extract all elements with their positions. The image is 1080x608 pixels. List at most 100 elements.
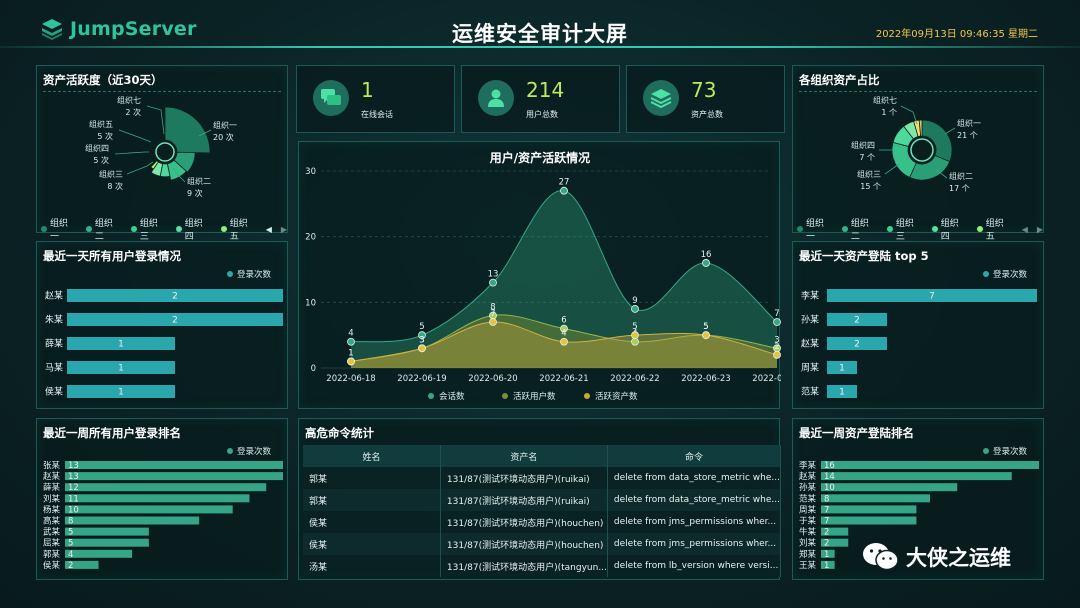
pie-label-name: 组织四 bbox=[851, 140, 875, 150]
pie-label-name: 组织三 bbox=[99, 169, 123, 179]
wechat-icon bbox=[863, 543, 899, 571]
legend-item[interactable]: 组织三 bbox=[886, 216, 923, 242]
bar-value-label: 2 bbox=[172, 292, 178, 302]
total-users-card[interactable]: 214 用户总数 bbox=[461, 65, 620, 133]
bar[interactable] bbox=[65, 549, 133, 558]
bar[interactable] bbox=[65, 472, 283, 481]
bar[interactable] bbox=[821, 472, 1012, 481]
legend-label[interactable]: 会话数 bbox=[439, 391, 465, 402]
legend-item[interactable]: 组织二 bbox=[841, 216, 878, 242]
y-tick-label: 10 bbox=[305, 298, 316, 308]
bar-category-label: 李某 bbox=[801, 290, 819, 302]
column-header-command[interactable]: 命令 bbox=[607, 445, 782, 467]
bar-category-label: 赵某 bbox=[801, 338, 819, 350]
pie-center-ring bbox=[910, 138, 934, 162]
data-point[interactable] bbox=[773, 350, 781, 359]
cell-asset: 131/87(测试环境动态用户)(houchen) bbox=[440, 533, 608, 555]
bar[interactable] bbox=[821, 483, 958, 492]
legend-dot bbox=[797, 226, 803, 232]
bar-value-label: 5 bbox=[68, 528, 73, 538]
data-point[interactable] bbox=[489, 318, 497, 326]
bar[interactable] bbox=[821, 516, 917, 525]
stat-value: 214 bbox=[526, 78, 565, 102]
data-point[interactable] bbox=[702, 259, 710, 267]
legend-label[interactable]: 活跃资产数 bbox=[595, 391, 638, 402]
legend-dot bbox=[175, 226, 182, 232]
legend-item[interactable]: 组织五 bbox=[976, 216, 1013, 242]
table-row[interactable]: 侯某 131/87(测试环境动态用户)(houchen) delete from… bbox=[303, 511, 782, 533]
legend-dot[interactable] bbox=[584, 393, 590, 399]
bar-legend[interactable]: 登录次数 bbox=[226, 268, 271, 280]
pie-label-value: 15 个 bbox=[860, 182, 881, 191]
column-header-name[interactable]: 姓名 bbox=[303, 445, 441, 467]
table-row[interactable]: 郭某 131/87(测试环境动态用户)(ruikai) delete from … bbox=[303, 489, 782, 511]
bar-value-label: 5 bbox=[68, 539, 73, 549]
bar[interactable] bbox=[65, 483, 267, 492]
bar[interactable] bbox=[65, 461, 283, 469]
legend-next-icon[interactable]: ▶ bbox=[281, 225, 287, 234]
data-point[interactable] bbox=[560, 186, 568, 195]
column-header-asset[interactable]: 资产名 bbox=[440, 445, 608, 467]
bar-legend[interactable]: 登录次数 bbox=[226, 445, 271, 457]
data-point[interactable] bbox=[631, 304, 639, 313]
bar[interactable] bbox=[821, 505, 917, 514]
pie-label-value: 17 个 bbox=[949, 184, 970, 193]
legend-item[interactable]: 组织三 bbox=[130, 216, 167, 242]
activity-area-chart: 0 10 20 30 2022-06-18 2022-06-19 2022-06-20 202… bbox=[305, 167, 781, 402]
legend-dot[interactable] bbox=[502, 393, 508, 399]
pie-slice[interactable] bbox=[921, 119, 953, 163]
legend-item[interactable]: 组织五 bbox=[220, 216, 257, 242]
legend-item[interactable]: 组织四 bbox=[175, 216, 212, 242]
total-assets-card[interactable]: 73 资产总数 bbox=[626, 65, 785, 133]
bar-category-label: 张某 bbox=[43, 461, 61, 471]
cell-command: delete from lb_version where versi... bbox=[607, 555, 782, 577]
legend-next-icon[interactable]: ▶ bbox=[1037, 225, 1043, 234]
legend-label: 组织四 bbox=[940, 219, 959, 242]
asset-login-day-bar-chart: 李某 7 孙某 2 赵某 2 周某 1 范某 1 bbox=[801, 289, 1037, 398]
bar[interactable] bbox=[65, 505, 233, 514]
table-row[interactable]: 汤某 131/87(测试环境动态用户)(tangyun... delete fr… bbox=[303, 555, 782, 577]
legend-prev-icon[interactable]: ◀ bbox=[266, 225, 272, 234]
online-sessions-card[interactable]: 1 在线会话 bbox=[296, 65, 455, 133]
bar[interactable] bbox=[65, 527, 149, 536]
bar-value-label: 16 bbox=[824, 461, 835, 471]
legend-item[interactable]: 组织一 bbox=[797, 216, 833, 242]
data-point[interactable] bbox=[418, 344, 426, 353]
data-point[interactable] bbox=[702, 331, 710, 340]
bar-value-label: 2 bbox=[854, 340, 860, 350]
data-point[interactable] bbox=[773, 318, 781, 326]
data-point[interactable] bbox=[489, 278, 497, 287]
legend-item[interactable]: 组织二 bbox=[85, 216, 122, 242]
data-point[interactable] bbox=[347, 357, 355, 366]
table-row[interactable]: 侯某 131/87(测试环境动态用户)(houchen) delete from… bbox=[303, 533, 782, 555]
legend-label: 登录次数 bbox=[236, 447, 271, 457]
data-point[interactable] bbox=[347, 337, 355, 346]
bar-value-label: 14 bbox=[824, 472, 835, 482]
legend-label: 组织四 bbox=[184, 219, 203, 242]
stat-value: 1 bbox=[361, 78, 374, 102]
data-label: 16 bbox=[701, 250, 712, 260]
legend-item[interactable]: 组织一 bbox=[41, 216, 77, 242]
data-point[interactable] bbox=[631, 337, 639, 346]
table-row[interactable]: 郭某 131/87(测试环境动态用户)(ruikai) delete from … bbox=[303, 467, 782, 489]
bar-legend[interactable]: 登录次数 bbox=[982, 445, 1027, 457]
bar-value-label: 1 bbox=[118, 388, 124, 398]
bar-value-label: 7 bbox=[824, 505, 829, 515]
bar[interactable] bbox=[821, 494, 930, 503]
bar[interactable] bbox=[821, 461, 1039, 469]
bar[interactable] bbox=[65, 516, 200, 525]
legend-item[interactable]: 组织四 bbox=[931, 216, 968, 242]
legend-dot[interactable] bbox=[428, 393, 434, 399]
data-point[interactable] bbox=[560, 337, 568, 346]
bar[interactable] bbox=[65, 494, 250, 503]
data-point[interactable] bbox=[631, 331, 639, 340]
legend-prev-icon[interactable]: ◀ bbox=[1022, 225, 1028, 234]
pie-label-value: 9 次 bbox=[187, 188, 203, 198]
bar-legend[interactable]: 登录次数 bbox=[982, 268, 1027, 280]
legend-label: 组织三 bbox=[895, 219, 914, 242]
legend-label[interactable]: 活跃用户数 bbox=[513, 391, 556, 402]
bar[interactable] bbox=[65, 538, 149, 547]
pie-label-name: 组织七 bbox=[117, 95, 141, 105]
asset-activity-panel: 资产活跃度（近30天） 组织七 2 次组织五 5 次组织四 5 次组织三 8 次组织一 2… bbox=[36, 65, 288, 242]
bar-category-label: 孙某 bbox=[801, 314, 819, 326]
